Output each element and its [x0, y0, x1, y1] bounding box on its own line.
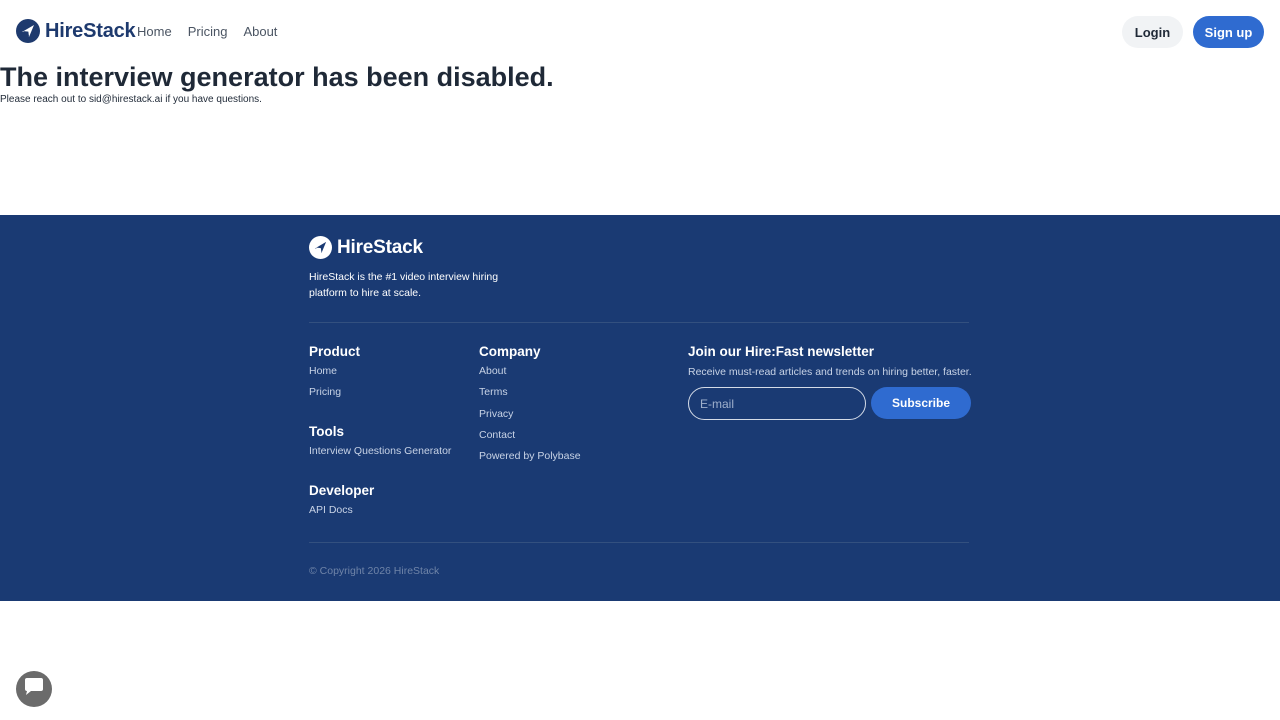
footer-developer-heading: Developer: [309, 483, 375, 498]
page-subtitle: Please reach out to sid@hirestack.ai if …: [0, 94, 262, 105]
logo-plane-icon: [309, 236, 332, 259]
header-logo[interactable]: HireStack: [16, 19, 136, 43]
footer-divider: [309, 322, 969, 323]
signup-button[interactable]: Sign up: [1193, 16, 1264, 48]
footer-tools-heading: Tools: [309, 424, 344, 439]
footer-developer-column: Developer API Docs: [309, 483, 374, 523]
footer-company-heading: Company: [479, 344, 541, 359]
chat-bubble-icon: [23, 677, 45, 702]
footer-copyright: © Copyright 2026 HireStack: [309, 565, 440, 577]
site-header: HireStack Home Pricing About Login Sign …: [0, 0, 1280, 64]
footer-about-link[interactable]: About: [479, 363, 581, 384]
footer-tools-column: Tools Interview Questions Generator: [309, 424, 451, 464]
footer-terms-link[interactable]: Terms: [479, 384, 581, 405]
footer-pricing-link[interactable]: Pricing: [309, 384, 360, 405]
footer-contact-link[interactable]: Contact: [479, 427, 581, 448]
nav-home-link[interactable]: Home: [137, 24, 172, 39]
footer-product-heading: Product: [309, 344, 361, 359]
footer-home-link[interactable]: Home: [309, 363, 360, 384]
footer-brand-name: HireStack: [337, 236, 423, 258]
footer-interview-generator-link[interactable]: Interview Questions Generator: [309, 443, 451, 464]
subscribe-button[interactable]: Subscribe: [871, 387, 971, 419]
login-button[interactable]: Login: [1122, 16, 1183, 48]
newsletter-email-input[interactable]: [688, 387, 866, 420]
footer-product-column: Product Home Pricing: [309, 344, 360, 406]
nav-about-link[interactable]: About: [243, 24, 277, 39]
site-footer: HireStack HireStack is the #1 video inte…: [0, 215, 1280, 601]
newsletter-title: Join our Hire:Fast newsletter: [688, 344, 875, 359]
brand-name: HireStack: [45, 19, 136, 42]
footer-bottom-divider: [309, 542, 969, 543]
chat-widget-button[interactable]: [16, 671, 52, 707]
footer-api-docs-link[interactable]: API Docs: [309, 502, 374, 523]
main-nav: Home Pricing About: [137, 24, 277, 39]
page-title: The interview generator has been disable…: [0, 62, 554, 92]
footer-company-column: Company About Terms Privacy Contact Powe…: [479, 344, 581, 469]
logo-plane-icon: [16, 19, 40, 43]
footer-polybase-link[interactable]: Powered by Polybase: [479, 448, 581, 469]
footer-tagline: HireStack is the #1 video interview hiri…: [309, 271, 499, 299]
footer-logo[interactable]: HireStack: [309, 236, 423, 259]
nav-pricing-link[interactable]: Pricing: [188, 24, 228, 39]
footer-privacy-link[interactable]: Privacy: [479, 406, 581, 427]
newsletter-description: Receive must-read articles and trends on…: [688, 366, 972, 378]
